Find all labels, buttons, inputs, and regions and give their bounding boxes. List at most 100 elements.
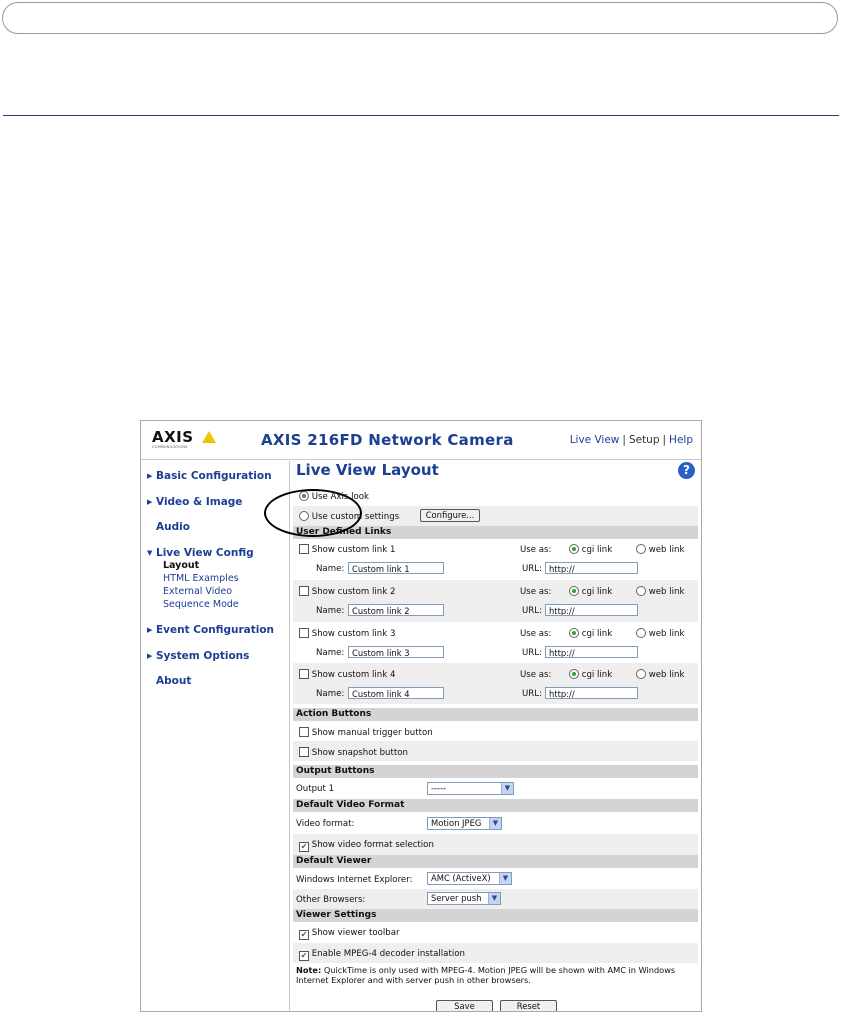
note-text: Note: QuickTime is only used with MPEG-4… [296, 965, 696, 985]
help-link[interactable]: Help [669, 434, 693, 446]
show-video-format-label: Show video format selection [311, 840, 434, 850]
mpeg4-row: ✔ Enable MPEG-4 decoder installation [293, 943, 698, 963]
note-label: Note: [296, 965, 322, 975]
viewer-toolbar-row: ✔ Show viewer toolbar [293, 922, 698, 943]
custom-link-checkbox[interactable] [299, 628, 309, 638]
arrow-right-icon: ▶ [147, 498, 153, 506]
cgi-link-radio[interactable] [569, 586, 579, 596]
custom-link-checkbox[interactable] [299, 586, 309, 596]
url-label: URL: [522, 606, 542, 616]
chevron-down-icon: ▼ [489, 818, 501, 829]
arrow-right-icon: ▶ [147, 472, 153, 480]
custom-link-name-input[interactable]: Custom link 3 [348, 646, 444, 658]
custom-link-checkbox[interactable] [299, 669, 309, 679]
custom-link-name-input[interactable]: Custom link 1 [348, 562, 444, 574]
custom-link-url-input[interactable]: http:// [545, 646, 638, 658]
sidebar-item-label: System Options [156, 650, 250, 662]
configure-button[interactable]: Configure... [420, 509, 480, 522]
sidebar-item-live-view-config[interactable]: ▼ Live View Config [147, 547, 254, 559]
sidebar-item-label: Video & Image [156, 496, 243, 508]
cgi-link-radio[interactable] [569, 628, 579, 638]
other-browsers-label: Other Browsers: [296, 895, 366, 905]
other-browsers-select[interactable]: Server push ▼ [427, 892, 501, 905]
reset-button[interactable]: Reset [500, 1000, 557, 1011]
chevron-down-icon: ▼ [488, 893, 500, 904]
web-link-radio[interactable] [636, 544, 646, 554]
axis-look-row: Use Axis look [293, 488, 698, 506]
mpeg4-checkbox[interactable]: ✔ [299, 951, 309, 961]
mpeg4-label: Enable MPEG-4 decoder installation [311, 949, 465, 959]
note-body: QuickTime is only used with MPEG-4. Moti… [296, 965, 676, 985]
cgi-link-radio[interactable] [569, 544, 579, 554]
custom-settings-row: Use custom settings Configure... [293, 506, 698, 526]
use-as-label: Use as: [520, 587, 552, 597]
sidebar-subitem-external-video[interactable]: External Video [163, 586, 232, 597]
custom-link-label: Show custom link 4 [311, 670, 396, 680]
viewer-toolbar-label: Show viewer toolbar [311, 928, 400, 938]
custom-link-checkbox[interactable] [299, 544, 309, 554]
sidebar-item-video-image[interactable]: ▶ Video & Image [147, 496, 242, 508]
sidebar-subitem-html-examples[interactable]: HTML Examples [163, 573, 239, 584]
use-as-label: Use as: [520, 629, 552, 639]
manual-trigger-row: Show manual trigger button [293, 721, 698, 741]
sidebar-item-event-configuration[interactable]: ▶ Event Configuration [147, 624, 274, 636]
ie-viewer-select[interactable]: AMC (ActiveX) ▼ [427, 872, 512, 885]
web-link-label: web link [648, 545, 685, 555]
sidebar-subitem-layout[interactable]: Layout [163, 560, 199, 571]
axis-look-label: Use Axis look [311, 492, 369, 502]
axis-look-radio[interactable] [299, 491, 309, 501]
custom-link-url-input[interactable]: http:// [545, 562, 638, 574]
name-label: Name: [316, 606, 345, 616]
name-label: Name: [316, 689, 345, 699]
name-label: Name: [316, 648, 345, 658]
output1-value: ----- [431, 783, 447, 793]
setup-link[interactable]: Setup [629, 434, 660, 446]
sidebar-item-about[interactable]: About [147, 675, 191, 687]
manual-trigger-label: Show manual trigger button [311, 728, 433, 738]
sidebar-nav: ▶ Basic Configuration ▶ Video & Image Audi… [141, 461, 290, 1011]
show-video-format-row: ✔ Show video format selection [293, 834, 698, 855]
page-title: Live View Layout [296, 461, 439, 479]
web-link-radio[interactable] [636, 669, 646, 679]
custom-settings-radio[interactable] [299, 511, 309, 521]
web-link-radio[interactable] [636, 586, 646, 596]
page-divider [3, 115, 839, 116]
custom-link-label: Show custom link 2 [311, 587, 396, 597]
sidebar-item-label: Event Configuration [156, 624, 275, 636]
video-format-label: Video format: [296, 819, 355, 829]
snapshot-checkbox[interactable] [299, 747, 309, 757]
show-video-format-checkbox[interactable]: ✔ [299, 842, 309, 852]
section-viewer-settings: Viewer Settings [293, 909, 698, 922]
sidebar-item-system-options[interactable]: ▶ System Options [147, 650, 249, 662]
other-browsers-value: Server push [431, 893, 482, 903]
section-user-defined-links: User Defined Links [293, 526, 698, 539]
url-label: URL: [522, 648, 542, 658]
sidebar-item-audio[interactable]: Audio [147, 521, 190, 533]
page-header-bar [2, 2, 838, 34]
arrow-right-icon: ▶ [147, 626, 153, 634]
save-button[interactable]: Save [436, 1000, 493, 1011]
sidebar-subitem-sequence-mode[interactable]: Sequence Mode [163, 599, 239, 610]
top-nav-links: Live View | Setup | Help [570, 434, 693, 446]
custom-link-url-input[interactable]: http:// [545, 604, 638, 616]
video-format-select[interactable]: Motion JPEG ▼ [427, 817, 502, 830]
custom-link-url-input[interactable]: http:// [545, 687, 638, 699]
sidebar-item-label: Basic Configuration [156, 470, 272, 482]
output-row: Output 1 ----- ▼ [293, 778, 698, 798]
url-label: URL: [522, 689, 542, 699]
web-link-radio[interactable] [636, 628, 646, 638]
custom-link-name-input[interactable]: Custom link 4 [348, 687, 444, 699]
chevron-down-icon: ▼ [501, 783, 513, 794]
custom-link-name-input[interactable]: Custom link 2 [348, 604, 444, 616]
section-output-buttons: Output Buttons [293, 765, 698, 778]
section-default-viewer: Default Viewer [293, 855, 698, 868]
help-icon[interactable]: ? [678, 462, 695, 479]
manual-trigger-checkbox[interactable] [299, 727, 309, 737]
viewer-toolbar-checkbox[interactable]: ✔ [299, 930, 309, 940]
sidebar-item-basic-configuration[interactable]: ▶ Basic Configuration [147, 470, 272, 482]
live-view-link[interactable]: Live View [570, 434, 620, 446]
ie-viewer-label: Windows Internet Explorer: [296, 875, 413, 885]
output1-select[interactable]: ----- ▼ [427, 782, 514, 795]
video-format-row: Video format: Motion JPEG ▼ [293, 812, 698, 834]
cgi-link-radio[interactable] [569, 669, 579, 679]
